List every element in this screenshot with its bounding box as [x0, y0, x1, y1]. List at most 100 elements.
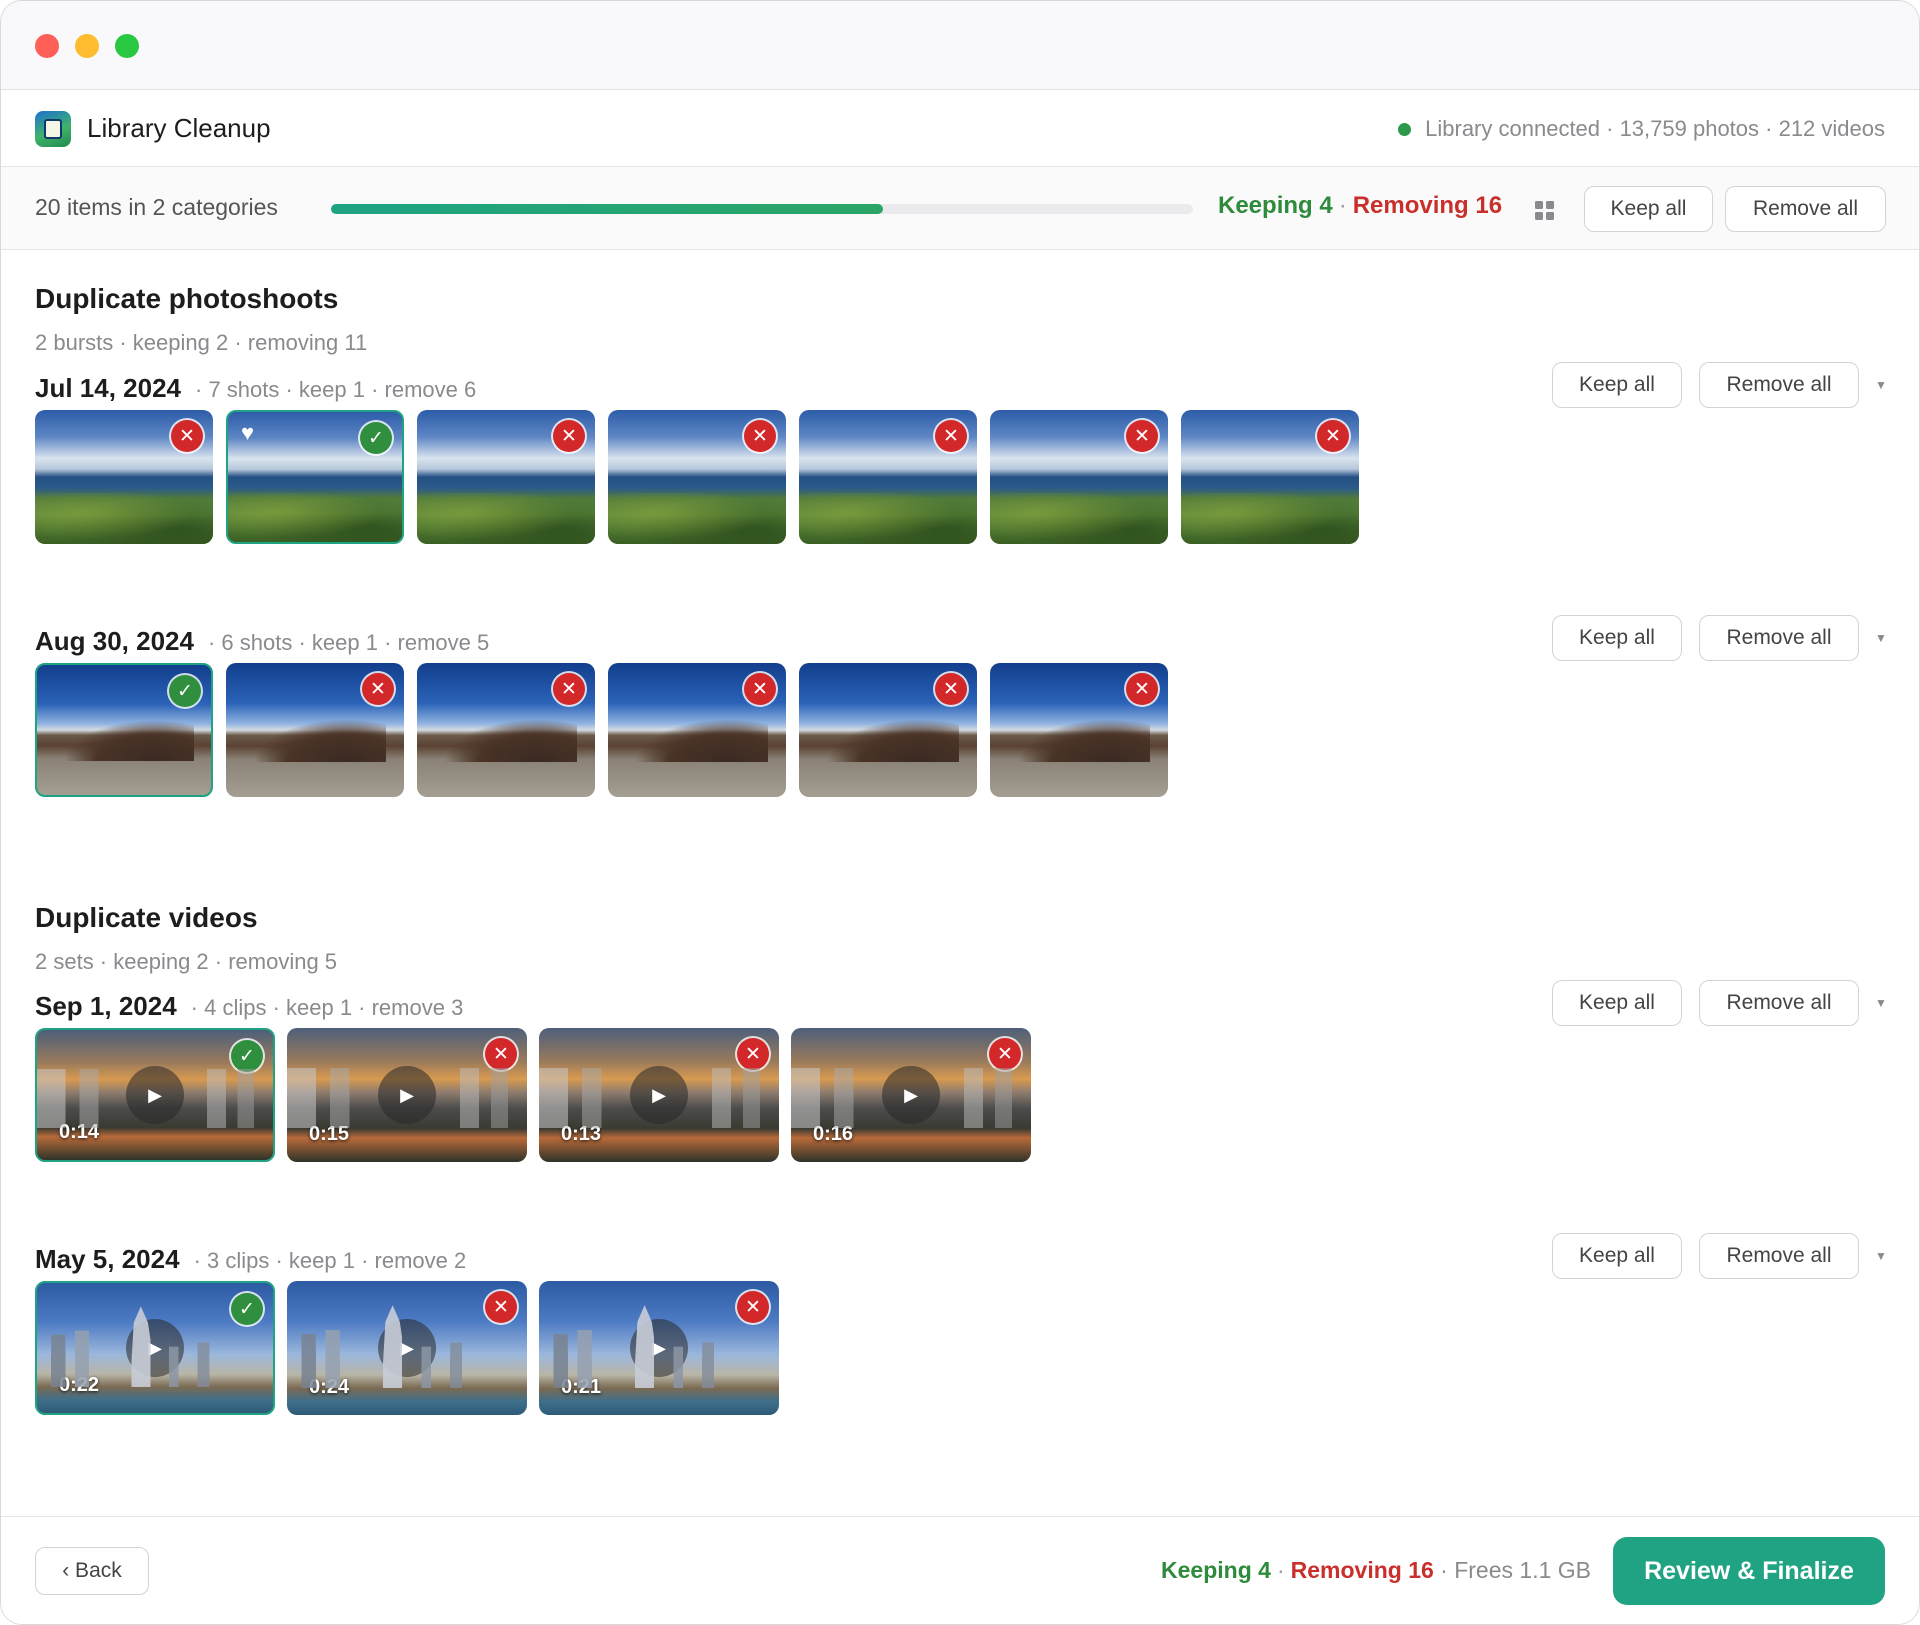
photo-thumbnail[interactable]: ✕	[417, 410, 595, 544]
group-remove-all-button[interactable]: Remove all	[1699, 615, 1859, 661]
photo-thumbnail[interactable]: ✕	[990, 663, 1168, 797]
group-date: Sep 1, 2024	[35, 991, 177, 1021]
review-finalize-button[interactable]: Review & Finalize	[1613, 1537, 1885, 1605]
check-icon[interactable]: ✓	[231, 1040, 263, 1072]
video-thumbnail[interactable]: ✓ ▶ 0:14	[35, 1028, 275, 1162]
video-thumbnail[interactable]: ✕ ▶ 0:13	[539, 1028, 779, 1162]
chevron-down-icon[interactable]: ▼	[1875, 378, 1887, 392]
close-icon[interactable]: ✕	[1317, 420, 1349, 452]
chevron-down-icon[interactable]: ▼	[1875, 1249, 1887, 1263]
group-header: Sep 1, 2024 · 4 clips · keep 1 · remove …	[35, 991, 463, 1022]
group-meta: · 7 shots · keep 1 · remove 6	[195, 377, 477, 402]
check-icon[interactable]: ✓	[231, 1293, 263, 1325]
close-icon[interactable]: ✕	[989, 1038, 1021, 1070]
group-date: Jul 14, 2024	[35, 373, 181, 403]
app-icon	[35, 111, 71, 147]
check-icon[interactable]: ✓	[360, 422, 392, 454]
video-thumbnail[interactable]: ✕ ▶ 0:15	[287, 1028, 527, 1162]
photo-thumbnail[interactable]: ✕	[35, 410, 213, 544]
photo-thumbnail[interactable]: ✕	[990, 410, 1168, 544]
group-meta: · 6 shots · keep 1 · remove 5	[207, 630, 490, 655]
group-keep-all-button[interactable]: Keep all	[1552, 615, 1682, 661]
app-title: Library Cleanup	[87, 113, 271, 143]
photo-thumbnail[interactable]: ✕	[226, 663, 404, 797]
close-icon[interactable]: ✕	[553, 673, 585, 705]
group-remove-all-button[interactable]: Remove all	[1699, 1233, 1859, 1279]
play-icon[interactable]: ▶	[630, 1066, 688, 1124]
video-duration: 0:16	[813, 1123, 854, 1145]
play-icon[interactable]: ▶	[882, 1066, 940, 1124]
video-duration: 0:24	[309, 1376, 350, 1398]
group-keep-all-button[interactable]: Keep all	[1552, 362, 1682, 408]
category-title: Duplicate photoshoots	[35, 283, 339, 314]
close-icon[interactable]: ✕	[935, 673, 967, 705]
close-icon[interactable]: ✕	[744, 673, 776, 705]
close-icon[interactable]: ✕	[935, 420, 967, 452]
photo-thumbnail[interactable]: ✓ ♥	[226, 410, 404, 544]
video-duration: 0:14	[59, 1121, 100, 1143]
photo-thumbnail[interactable]: ✕	[608, 663, 786, 797]
keeping-count: Keeping 4	[1161, 1557, 1271, 1583]
space-freed: · Frees 1.1 GB	[1440, 1557, 1591, 1583]
remove-all-button[interactable]: Remove all	[1725, 186, 1886, 232]
group-meta: · 3 clips · keep 1 · remove 2	[193, 1248, 467, 1273]
close-icon[interactable]: ✕	[1126, 420, 1158, 452]
photo-thumbnail[interactable]: ✕	[799, 663, 977, 797]
group-keep-all-button[interactable]: Keep all	[1552, 980, 1682, 1026]
minimize-window-button[interactable]	[75, 34, 99, 58]
keep-all-button[interactable]: Keep all	[1584, 186, 1713, 232]
category-subtitle: 2 bursts · keeping 2 · removing 11	[35, 330, 368, 355]
close-icon[interactable]: ✕	[737, 1038, 769, 1070]
close-icon[interactable]: ✕	[362, 673, 394, 705]
group-meta: · 4 clips · keep 1 · remove 3	[190, 995, 464, 1020]
keeping-count: Keeping 4	[1218, 192, 1333, 219]
close-icon[interactable]: ✕	[171, 420, 203, 452]
category-subtitle: 2 sets · keeping 2 · removing 5	[35, 949, 338, 974]
close-icon[interactable]: ✕	[1126, 673, 1158, 705]
chevron-down-icon[interactable]: ▼	[1875, 996, 1887, 1010]
tally-separator: ·	[1276, 1557, 1285, 1583]
footer-bar: ‹ Back Keeping 4 · Removing 16 · Frees 1.1…	[1, 1516, 1919, 1624]
close-icon[interactable]: ✕	[737, 1291, 769, 1323]
zoom-window-button[interactable]	[115, 34, 139, 58]
title-bar	[1, 1, 1919, 90]
removing-count: Removing 16	[1352, 192, 1503, 219]
play-icon[interactable]: ▶	[378, 1066, 436, 1124]
group-remove-all-button[interactable]: Remove all	[1699, 362, 1859, 408]
video-thumbnail[interactable]: ✓ ▶ 0:22	[35, 1281, 275, 1415]
close-icon[interactable]: ✕	[553, 420, 585, 452]
photo-thumbnail[interactable]: ✕	[417, 663, 595, 797]
chevron-down-icon[interactable]: ▼	[1875, 631, 1887, 645]
play-icon[interactable]: ▶	[126, 1066, 184, 1124]
photo-thumbnail[interactable]: ✓	[35, 663, 213, 797]
video-duration: 0:21	[561, 1376, 602, 1398]
status-dot-icon	[1398, 122, 1412, 136]
footer-tally: Keeping 4 · Removing 16 · Frees 1.1 GB	[1161, 1557, 1591, 1584]
close-icon[interactable]: ✕	[485, 1291, 517, 1323]
video-thumbnail[interactable]: ✕ ▶ 0:21	[539, 1281, 779, 1415]
selection-tally: Keeping 4 · Removing 16	[1218, 192, 1502, 220]
photo-thumbnail[interactable]: ✕	[799, 410, 977, 544]
check-icon[interactable]: ✓	[169, 675, 201, 707]
heart-icon[interactable]: ♥	[241, 420, 254, 446]
photo-thumbnail[interactable]: ✕	[1181, 410, 1359, 544]
group-header: Jul 14, 2024 · 7 shots · keep 1 · remove…	[35, 373, 476, 404]
video-duration: 0:13	[561, 1123, 602, 1145]
grid-icon[interactable]	[1535, 201, 1555, 221]
category-title: Duplicate videos	[35, 902, 258, 933]
close-window-button[interactable]	[35, 34, 59, 58]
photo-thumbnail[interactable]: ✕	[608, 410, 786, 544]
play-icon[interactable]: ▶	[630, 1319, 688, 1377]
play-icon[interactable]: ▶	[378, 1319, 436, 1377]
progress-fill	[331, 204, 883, 214]
group-remove-all-button[interactable]: Remove all	[1699, 980, 1859, 1026]
group-keep-all-button[interactable]: Keep all	[1552, 1233, 1682, 1279]
close-icon[interactable]: ✕	[485, 1038, 517, 1070]
video-thumbnail[interactable]: ✕ ▶ 0:16	[791, 1028, 1031, 1162]
video-thumbnail[interactable]: ✕ ▶ 0:24	[287, 1281, 527, 1415]
video-duration: 0:22	[59, 1374, 100, 1396]
library-status: Library connected · 13,759 photos · 212 …	[1398, 116, 1885, 142]
back-button[interactable]: ‹ Back	[35, 1547, 149, 1595]
play-icon[interactable]: ▶	[126, 1319, 184, 1377]
close-icon[interactable]: ✕	[744, 420, 776, 452]
